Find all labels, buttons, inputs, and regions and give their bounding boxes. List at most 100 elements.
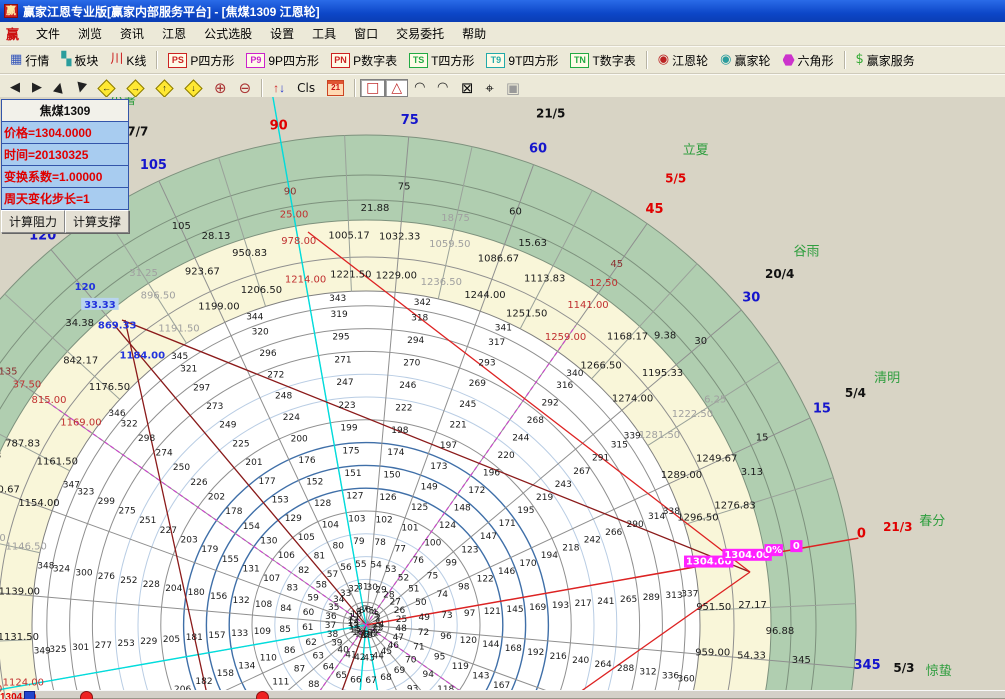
pan-down-icon: ↓	[184, 79, 202, 97]
calc-support-button[interactable]: 计算支撑	[65, 210, 129, 233]
cls-icon: Cls	[297, 81, 315, 95]
menu-item-窗口[interactable]: 窗口	[345, 25, 387, 43]
svg-text:869.33: 869.33	[98, 321, 137, 332]
winner-wheel-button[interactable]: ◉赢家轮	[714, 50, 776, 71]
forward-button[interactable]: ▶	[26, 79, 48, 97]
t-square-button[interactable]: TST四方形	[403, 50, 480, 71]
zoom-in-button[interactable]: ⊕	[208, 79, 233, 97]
cursor-up-button[interactable]: ▲	[48, 79, 70, 97]
menu-logo-icon: 赢	[4, 24, 27, 43]
gann-wheel-canvas[interactable]: 1304.001304.001296.501276.831289.001249.…	[0, 97, 1005, 699]
background-window-strip[interactable]	[12, 690, 1005, 699]
svg-text:319: 319	[331, 310, 348, 320]
svg-text:251: 251	[139, 516, 156, 526]
toolbar-label: 行情	[25, 52, 49, 69]
svg-text:289: 289	[643, 593, 660, 603]
svg-text:153: 153	[272, 496, 289, 506]
pan-left-button[interactable]: ←	[92, 80, 121, 97]
menu-item-帮助[interactable]: 帮助	[453, 25, 495, 43]
menu-item-文件[interactable]: 文件	[27, 25, 69, 43]
triangle-tool-button[interactable]: △	[385, 79, 408, 97]
arc-ccw-tool-button[interactable]: ◠	[431, 79, 454, 97]
svg-text:1139.00: 1139.00	[0, 587, 40, 598]
menu-item-资讯[interactable]: 资讯	[111, 25, 153, 43]
zoom-out-button[interactable]: ⊖	[233, 79, 258, 97]
svg-text:0: 0	[793, 541, 800, 552]
svg-text:120: 120	[75, 282, 96, 293]
p-number-table-button[interactable]: PNP数字表	[325, 50, 403, 71]
menu-item-江恩[interactable]: 江恩	[153, 25, 195, 43]
svg-text:1124.00: 1124.00	[3, 677, 44, 688]
pan-up-button[interactable]: ↑	[150, 80, 179, 97]
kline-button[interactable]: 川K线	[104, 50, 152, 71]
svg-text:271: 271	[334, 355, 351, 365]
cursor-up-icon: ▲	[52, 80, 65, 96]
svg-text:200: 200	[291, 435, 308, 445]
p-square-button[interactable]: PSP四方形	[162, 50, 240, 71]
svg-text:146: 146	[498, 567, 515, 577]
updown-tool-button[interactable]: ↑↓	[267, 79, 291, 97]
svg-text:68: 68	[380, 673, 392, 683]
svg-text:269: 269	[469, 379, 486, 389]
pan-down-button[interactable]: ↓	[179, 80, 208, 97]
svg-text:105: 105	[172, 221, 191, 232]
svg-text:175: 175	[342, 446, 359, 456]
quotes-button[interactable]: ▦行情	[4, 50, 55, 71]
svg-text:6.25: 6.25	[704, 395, 726, 406]
svg-text:337: 337	[681, 590, 698, 600]
menu-item-交易委托[interactable]: 交易委托	[387, 25, 453, 43]
menu-item-公式选股[interactable]: 公式选股	[195, 25, 261, 43]
svg-text:30: 30	[742, 291, 760, 306]
sectors-button[interactable]: ▚板块	[55, 50, 104, 71]
menu-item-工具[interactable]: 工具	[303, 25, 345, 43]
t-number-table-button[interactable]: TNT数字表	[564, 50, 641, 71]
screen-tool-button[interactable]: ▣	[500, 79, 526, 97]
svg-text:341: 341	[495, 323, 512, 333]
arc-cw-tool-button[interactable]: ◠	[408, 79, 431, 97]
back-button[interactable]: ◀	[4, 79, 26, 97]
svg-text:295: 295	[332, 333, 349, 343]
calendar-button[interactable]: 21	[321, 78, 350, 98]
svg-text:72: 72	[418, 628, 429, 638]
9t-square-button[interactable]: T99T四方形	[480, 50, 564, 71]
svg-text:227: 227	[160, 526, 177, 536]
cls-button[interactable]: Cls	[291, 79, 321, 97]
calc-resistance-button[interactable]: 计算阻力	[1, 210, 65, 233]
svg-text:219: 219	[536, 493, 553, 503]
svg-text:222: 222	[395, 403, 412, 413]
zoom-out-icon: ⊖	[239, 81, 252, 95]
svg-text:1222.50: 1222.50	[672, 409, 713, 420]
svg-text:126: 126	[379, 493, 396, 503]
hexagon-button[interactable]: 六角形	[777, 50, 840, 71]
svg-text:1191.50: 1191.50	[158, 324, 199, 335]
pan-left-icon: ←	[97, 79, 115, 97]
svg-text:53: 53	[385, 565, 396, 575]
center-tool-button[interactable]: ⌖	[479, 79, 499, 97]
box-x-tool-button[interactable]: ⊠	[455, 79, 480, 97]
9p-square-button[interactable]: P99P四方形	[240, 50, 325, 71]
svg-text:5/3: 5/3	[893, 661, 914, 675]
pan-right-button[interactable]: →	[121, 80, 150, 97]
svg-text:94: 94	[422, 670, 434, 680]
menu-item-浏览[interactable]: 浏览	[69, 25, 111, 43]
red-marker-icon	[256, 691, 269, 699]
svg-text:220: 220	[498, 451, 515, 461]
rect-tool-button[interactable]: □	[360, 79, 385, 97]
instrument-name: 焦煤1309	[1, 99, 129, 122]
cursor-down-button[interactable]: ▼	[70, 79, 92, 97]
menu-item-设置[interactable]: 设置	[261, 25, 303, 43]
svg-text:150: 150	[383, 471, 400, 481]
svg-text:69: 69	[394, 666, 406, 676]
svg-text:815.00: 815.00	[32, 395, 67, 406]
toolbar-separator	[156, 51, 158, 69]
winner-service-button[interactable]: $赢家服务	[850, 50, 921, 71]
gann-wheel-button[interactable]: ◉江恩轮	[652, 50, 714, 71]
svg-text:5/4: 5/4	[845, 386, 866, 400]
toolbar-label: 赢家服务	[867, 52, 915, 69]
toolbar-label: 赢家轮	[734, 52, 770, 69]
svg-text:247: 247	[336, 378, 353, 388]
svg-text:20/4: 20/4	[765, 267, 794, 281]
title-bar[interactable]: 赢 赢家江恩专业版[赢家内部服务平台] - [焦煤1309 江恩轮]	[0, 0, 1005, 22]
svg-text:347: 347	[63, 481, 80, 491]
svg-text:195: 195	[517, 506, 534, 516]
